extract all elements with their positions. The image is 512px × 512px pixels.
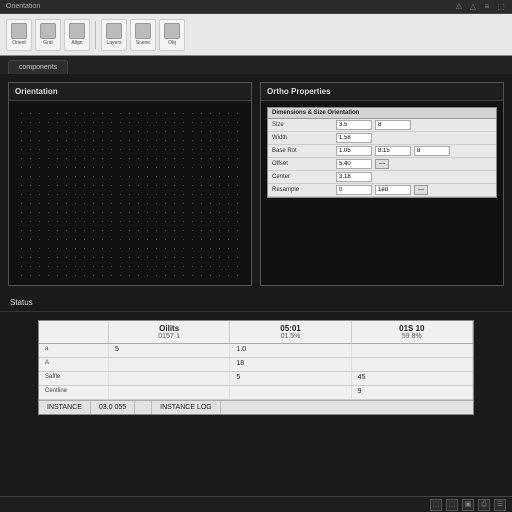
footer-cell: INSTANCE [39,401,91,414]
prop-row: Base Rot [268,145,496,158]
scene-icon [135,23,151,39]
prop-row: Offset — [268,158,496,171]
ribbon-layers-button[interactable]: Layers [101,19,127,51]
prop-key: Base Rot [268,147,332,155]
box-icon[interactable]: ⬚ [496,2,506,12]
tri-icon: △ [468,2,478,12]
prop-key: Width [268,134,332,142]
prop-input[interactable] [336,133,372,143]
prop-val [332,132,496,144]
table-cell[interactable]: 45 [352,372,473,385]
table-cell[interactable] [352,358,473,371]
ribbon-scene-button[interactable]: Scene [130,19,156,51]
prop-row: Size [268,119,496,132]
obj-icon [164,23,180,39]
panel-left: Orientation [8,82,252,286]
table-cell[interactable] [352,344,473,357]
ribbon-grid-button[interactable]: Grid [35,19,61,51]
panel-left-title: Orientation [9,83,251,101]
layers-icon [106,23,122,39]
prop-input[interactable] [336,146,372,156]
prop-input[interactable] [375,120,411,130]
statusbar: ⬚ ⬚ ▣ ⎙ ☰ [0,496,512,512]
footer-cell [135,401,152,414]
prop-val [332,119,496,131]
warn-icon: ⚠ [454,2,464,12]
prop-val [332,171,496,183]
prop-val [332,145,496,157]
table-cell[interactable] [230,386,351,399]
ribbon-obj-button[interactable]: Obj [159,19,185,51]
status-btn-5[interactable]: ☰ [494,499,506,511]
table-cell[interactable] [109,386,230,399]
panel-right-title: Ortho Properties [261,83,503,101]
prop-input[interactable] [375,146,411,156]
prop-input[interactable] [336,159,372,169]
prop-val: — [332,184,496,196]
prop-row: Resample — [268,184,496,197]
ribbon-sep [95,21,96,49]
ribbon: Orient Grid Align Layers Scene Obj [0,14,512,56]
app-title: Orientation [6,3,40,10]
table-cell[interactable]: 1.0 [230,344,351,357]
col-header: 01S 1059 8% [352,321,473,343]
prop-input[interactable] [336,172,372,182]
top-indicators: ⚠ △ ≡ ⬚ [454,2,506,12]
prop-input[interactable] [414,146,450,156]
table-cell[interactable] [109,372,230,385]
tab-components[interactable]: components [8,60,68,74]
col-header: 05:0101.5% [230,321,351,343]
table-cell[interactable]: 5 [230,372,351,385]
prop-val: — [332,158,496,170]
prop-key: Resample [268,186,332,194]
table-row: A18 [39,358,473,372]
status-btn-3[interactable]: ▣ [462,499,474,511]
table-cell[interactable]: 18 [230,358,351,371]
properties-card: Dimensions & Size Orientation Size Width B… [267,107,497,198]
table-cell[interactable]: 9 [352,386,473,399]
table-row: Centline9 [39,386,473,400]
align-icon [69,23,85,39]
grid-icon [40,23,56,39]
orient-icon [11,23,27,39]
stepper-button[interactable]: — [414,185,428,195]
status-btn-2[interactable]: ⬚ [446,499,458,511]
prop-input[interactable] [336,120,372,130]
lower-title: Status [0,294,512,312]
prop-input[interactable] [336,185,372,195]
prop-row: Width [268,132,496,145]
prop-key: Center [268,173,332,181]
ribbon-align-button[interactable]: Align [64,19,90,51]
prop-key: Offset [268,160,332,168]
table-cell[interactable] [109,358,230,371]
prop-row: Center [268,171,496,184]
panel-right: Ortho Properties Dimensions & Size Orien… [260,82,504,286]
status-btn-1[interactable]: ⬚ [430,499,442,511]
table-row: a51.0 [39,344,473,358]
properties-card-header: Dimensions & Size Orientation [268,108,496,119]
prop-key: Size [268,121,332,129]
col-header: Oilits0157·1 [109,321,230,343]
footer-cell: INSTANCE LOG [152,401,221,414]
tabstrip: components [0,56,512,74]
ribbon-orient-button[interactable]: Orient [6,19,32,51]
stepper-button[interactable]: — [375,159,389,169]
status-btn-4[interactable]: ⎙ [478,499,490,511]
design-canvas[interactable] [15,107,245,279]
prop-input[interactable] [375,185,411,195]
table-row: Saffle545 [39,372,473,386]
footer-cell: 03.0 055 [91,401,135,414]
data-sheet: Oilits0157·105:0101.5%01S 1059 8% a51.0A… [38,320,474,415]
table-cell[interactable]: 5 [109,344,230,357]
menu-icon[interactable]: ≡ [482,2,492,12]
